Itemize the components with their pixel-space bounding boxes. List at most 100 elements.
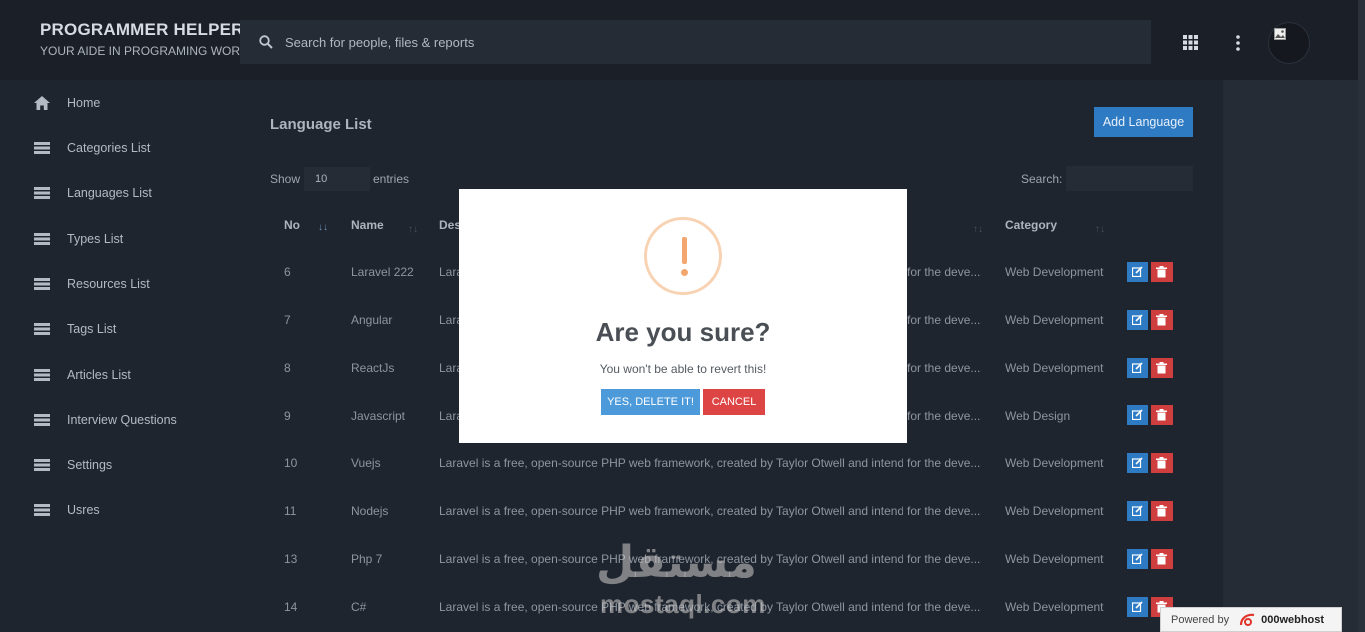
- sidebar-item-label: Home: [67, 96, 101, 110]
- column-header-no[interactable]: No: [284, 218, 300, 232]
- sidebar-item-interview-questions[interactable]: Interview Questions: [0, 405, 242, 435]
- sort-icon[interactable]: ↑↓: [1095, 224, 1105, 235]
- cell-no: 14: [284, 600, 298, 614]
- column-header-category[interactable]: Category: [1005, 218, 1057, 232]
- cell-category: Web Development: [1005, 361, 1104, 375]
- scrollbar[interactable]: [1358, 0, 1365, 632]
- cancel-button[interactable]: CANCEL: [703, 389, 765, 415]
- dialog-message: You won't be able to revert this!: [599, 362, 767, 376]
- top-bar: PROGRAMMER HELPER YOUR AIDE IN PROGRAMIN…: [0, 0, 1365, 80]
- edit-icon: [1132, 457, 1143, 468]
- list-icon: [34, 459, 50, 471]
- delete-button[interactable]: [1151, 453, 1173, 473]
- sidebar-item-resources[interactable]: Resources List: [0, 269, 242, 299]
- edit-icon: [1132, 601, 1143, 612]
- edit-button[interactable]: [1127, 310, 1148, 330]
- search-input[interactable]: [285, 34, 885, 50]
- list-icon: [34, 323, 50, 335]
- entries-select[interactable]: 10: [304, 167, 370, 191]
- list-icon: [34, 233, 50, 245]
- sort-desc-icon[interactable]: ↓↓: [318, 222, 328, 233]
- list-icon: [34, 142, 50, 154]
- delete-button[interactable]: [1151, 358, 1173, 378]
- watermark-arabic: مستقل: [596, 537, 757, 588]
- cell-description: Laravel is a free, open-source PHP web f…: [439, 456, 903, 470]
- sidebar-item-home[interactable]: Home: [0, 88, 242, 118]
- sidebar-item-label: Tags List: [67, 322, 117, 336]
- edit-button[interactable]: [1127, 597, 1148, 617]
- brand[interactable]: PROGRAMMER HELPER YOUR AIDE IN PROGRAMIN…: [40, 20, 255, 58]
- sidebar-item-settings[interactable]: Settings: [0, 450, 242, 480]
- delete-button[interactable]: [1151, 501, 1173, 521]
- delete-button[interactable]: [1151, 310, 1173, 330]
- edit-button[interactable]: [1127, 405, 1148, 425]
- sidebar-item-categories[interactable]: Categories List: [0, 133, 242, 163]
- sidebar-item-users[interactable]: Usres: [0, 495, 242, 525]
- sidebar-item-label: Interview Questions: [67, 413, 177, 427]
- edit-button[interactable]: [1127, 453, 1148, 473]
- list-icon: [34, 504, 50, 516]
- edit-icon: [1132, 362, 1143, 373]
- edit-icon: [1132, 553, 1143, 564]
- list-icon: [34, 278, 50, 290]
- sidebar-item-languages[interactable]: Languages List: [0, 178, 242, 208]
- badge-brand: 000webhost: [1261, 613, 1325, 626]
- cell-category: Web Development: [1005, 552, 1104, 566]
- confirm-delete-button[interactable]: YES, DELETE IT!: [601, 389, 700, 415]
- apps-grid-icon[interactable]: [1183, 35, 1198, 50]
- cell-name: ReactJs: [351, 361, 395, 375]
- page-title: Language List: [270, 116, 372, 133]
- sidebar-item-label: Categories List: [67, 141, 151, 155]
- edit-button[interactable]: [1127, 358, 1148, 378]
- edit-icon: [1132, 314, 1143, 325]
- sort-icon[interactable]: ↑↓: [408, 224, 418, 235]
- cell-description-end: for the deve...: [907, 409, 981, 423]
- add-language-button[interactable]: Add Language: [1094, 107, 1193, 137]
- sidebar-item-label: Settings: [67, 458, 113, 472]
- brand-title: PROGRAMMER HELPER: [40, 20, 244, 39]
- edit-button[interactable]: [1127, 501, 1148, 521]
- delete-button[interactable]: [1151, 549, 1173, 569]
- warning-icon-bar: [682, 237, 687, 264]
- delete-button[interactable]: [1151, 405, 1173, 425]
- cell-no: 8: [284, 361, 291, 375]
- edit-icon: [1132, 266, 1143, 277]
- cell-category: Web Development: [1005, 265, 1104, 279]
- cell-no: 11: [284, 504, 297, 518]
- trash-icon: [1156, 362, 1167, 374]
- cell-no: 13: [284, 552, 298, 566]
- powered-by-badge[interactable]: Powered by 000webhost: [1160, 607, 1342, 632]
- sort-icon[interactable]: ↑↓: [973, 224, 983, 235]
- avatar[interactable]: [1268, 22, 1310, 64]
- dialog-title: Are you sure?: [595, 317, 771, 347]
- sidebar-item-tags[interactable]: Tags List: [0, 314, 242, 344]
- sidebar-item-label: Resources List: [67, 277, 150, 291]
- cell-name: C#: [351, 600, 367, 614]
- more-vertical-icon[interactable]: [1235, 35, 1241, 51]
- trash-icon: [1156, 553, 1167, 565]
- table-search-input[interactable]: [1066, 166, 1193, 191]
- edit-button[interactable]: [1127, 262, 1148, 282]
- edit-button[interactable]: [1127, 549, 1148, 569]
- edit-icon: [1132, 409, 1143, 420]
- edit-icon: [1132, 505, 1143, 516]
- cell-category: Web Development: [1005, 456, 1104, 470]
- sidebar-item-types[interactable]: Types List: [0, 224, 242, 254]
- cell-no: 9: [284, 409, 291, 423]
- cell-description-end: for the deve...: [907, 361, 981, 375]
- column-header-name[interactable]: Name: [351, 218, 384, 232]
- cell-category: Web Development: [1005, 600, 1104, 614]
- cell-category: Web Development: [1005, 313, 1104, 327]
- sidebar-item-articles[interactable]: Articles List: [0, 360, 242, 390]
- right-gutter: [1223, 80, 1358, 632]
- delete-button[interactable]: [1151, 262, 1173, 282]
- cell-description-end: for the deve...: [907, 313, 981, 327]
- column-header-description[interactable]: Des: [439, 218, 461, 232]
- cell-no: 10: [284, 456, 298, 470]
- cell-description-end: for the deve...: [907, 456, 981, 470]
- sidebar: Home Categories List Languages List Type…: [0, 80, 242, 632]
- trash-icon: [1156, 266, 1167, 278]
- table-search-label: Search:: [1021, 172, 1063, 186]
- sidebar-item-label: Usres: [67, 503, 100, 517]
- confirm-dialog: Are you sure? You won't be able to rever…: [459, 189, 907, 443]
